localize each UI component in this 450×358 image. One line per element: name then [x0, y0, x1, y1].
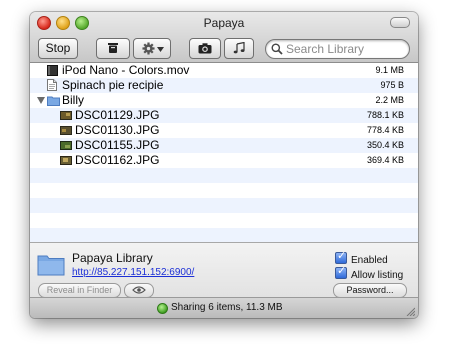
- action-menu-button[interactable]: [133, 38, 171, 59]
- file-name: iPod Nano - Colors.mov: [62, 63, 190, 77]
- empty-row: [30, 168, 418, 183]
- disclosure-triangle-icon[interactable]: [37, 97, 45, 104]
- music-note-icon: [233, 41, 245, 54]
- image-icon: [60, 156, 72, 165]
- chevron-down-icon: [157, 47, 164, 52]
- image-icon: [60, 141, 72, 150]
- password-button[interactable]: Password...: [333, 283, 407, 298]
- file-size: 9.1 MB: [375, 65, 404, 75]
- window-title: Papaya: [203, 16, 245, 30]
- search-icon: [271, 43, 283, 55]
- file-name: DSC01162.JPG: [75, 153, 160, 167]
- trash-icon: [108, 43, 118, 53]
- movie-icon: [47, 65, 58, 76]
- file-list[interactable]: iPod Nano - Colors.mov 9.1 MB Spinach pi…: [30, 63, 418, 242]
- list-row[interactable]: Spinach pie recipie 975 B: [30, 78, 418, 93]
- file-size: 788.1 KB: [366, 110, 404, 120]
- empty-row: [30, 228, 418, 242]
- list-row[interactable]: Billy 2.2 MB: [30, 93, 418, 108]
- empty-row: [30, 213, 418, 228]
- library-url-link[interactable]: http://85.227.151.152:6900/: [72, 267, 194, 278]
- status-text: Sharing 6 items, 11.3 MB: [171, 302, 283, 313]
- enabled-checkbox[interactable]: ✓ Enabled: [335, 250, 388, 266]
- empty-row: [30, 198, 418, 213]
- checkbox-checked-icon[interactable]: ✓: [335, 250, 347, 264]
- enabled-label: Enabled: [351, 255, 388, 266]
- file-name: DSC01129.JPG: [75, 108, 160, 122]
- status-bar: Sharing 6 items, 11.3 MB: [30, 297, 418, 318]
- file-name: DSC01130.JPG: [75, 123, 160, 137]
- file-size: 2.2 MB: [375, 95, 404, 105]
- toolbar-toggle-button[interactable]: [390, 17, 410, 28]
- eye-icon: [132, 286, 146, 294]
- gear-icon: [141, 42, 155, 55]
- resize-grip-icon[interactable]: [405, 306, 415, 316]
- preview-button[interactable]: [124, 283, 154, 298]
- search-placeholder: Search Library: [286, 42, 365, 56]
- file-size: 369.4 KB: [366, 155, 404, 165]
- remove-button[interactable]: [96, 38, 130, 59]
- list-row[interactable]: DSC01130.JPG 778.4 KB: [30, 123, 418, 138]
- image-icon: [60, 111, 72, 120]
- file-name: Billy: [62, 93, 85, 107]
- document-icon: [47, 79, 57, 91]
- library-name: Papaya Library: [72, 251, 153, 265]
- camera-icon: [198, 43, 212, 54]
- list-row[interactable]: DSC01129.JPG 788.1 KB: [30, 108, 418, 123]
- empty-row: [30, 183, 418, 198]
- search-field[interactable]: Search Library: [265, 39, 410, 59]
- music-button[interactable]: [224, 38, 254, 59]
- file-size: 778.4 KB: [366, 125, 404, 135]
- file-name: DSC01155.JPG: [75, 138, 160, 152]
- library-panel: Papaya Library http://85.227.151.152:690…: [30, 242, 418, 298]
- allow-listing-checkbox[interactable]: ✓ Allow listing: [335, 265, 404, 281]
- folder-icon: [47, 96, 60, 106]
- file-name: Spinach pie recipie: [62, 78, 164, 92]
- file-size: 975 B: [380, 80, 404, 90]
- list-row[interactable]: DSC01155.JPG 350.4 KB: [30, 138, 418, 153]
- status-indicator-icon: [157, 303, 168, 314]
- title-toolbar: Papaya Stop Search Library: [30, 12, 418, 63]
- papaya-window: Papaya Stop Search Library iPod Nano - C…: [30, 12, 418, 318]
- list-row[interactable]: DSC01162.JPG 369.4 KB: [30, 153, 418, 168]
- camera-button[interactable]: [189, 38, 221, 59]
- stop-button[interactable]: Stop: [38, 38, 78, 59]
- library-folder-icon: [37, 255, 65, 276]
- file-size: 350.4 KB: [366, 140, 404, 150]
- reveal-in-finder-button[interactable]: Reveal in Finder: [38, 283, 121, 298]
- image-icon: [60, 126, 72, 135]
- list-row[interactable]: iPod Nano - Colors.mov 9.1 MB: [30, 63, 418, 78]
- allow-listing-label: Allow listing: [351, 270, 404, 281]
- checkbox-checked-icon[interactable]: ✓: [335, 265, 347, 279]
